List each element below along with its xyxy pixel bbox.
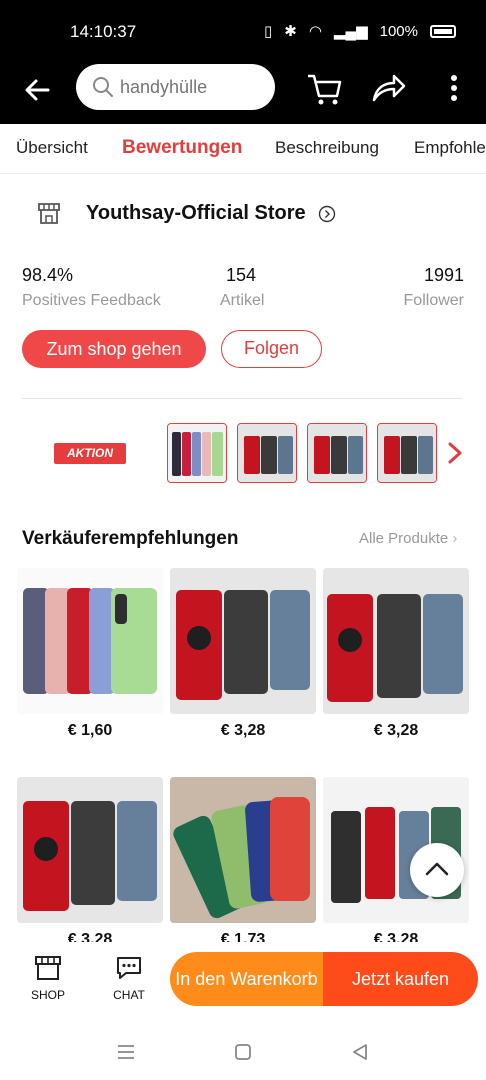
- stat-items-label: Artikel: [220, 292, 265, 309]
- stat-feedback-value: 98.4%: [22, 265, 74, 285]
- promo-thumbnail[interactable]: [377, 423, 437, 483]
- buy-now-button[interactable]: Jetzt kaufen: [323, 952, 478, 1006]
- more-icon[interactable]: [434, 68, 474, 108]
- back-arrow-icon[interactable]: [20, 72, 56, 108]
- search-icon: [93, 77, 113, 97]
- all-products-link[interactable]: Alle Produkte ›: [359, 530, 457, 547]
- scroll-to-top-button[interactable]: [410, 843, 464, 897]
- promo-thumbnail[interactable]: [167, 423, 227, 483]
- bottom-action-bar: SHOP CHAT In den Warenkorb Jetzt kaufen: [0, 942, 486, 1024]
- stat-followers-label: Follower: [403, 292, 464, 309]
- all-products-label: Alle Produkte: [359, 530, 449, 547]
- product-card[interactable]: € 3,28: [170, 568, 316, 740]
- chat-label: CHAT: [113, 988, 145, 1002]
- product-card[interactable]: € 1,73: [170, 777, 316, 949]
- status-icons: ▯ ✱ ◠ ▂▄▆ 100%: [264, 22, 456, 40]
- product-image: [17, 777, 163, 923]
- battery-icon: [430, 24, 456, 38]
- chat-tab[interactable]: CHAT: [99, 952, 159, 1002]
- cart-icon[interactable]: [304, 68, 344, 108]
- home-icon[interactable]: [233, 1042, 253, 1062]
- top-bar: [0, 62, 486, 124]
- stat-followers-value: 1991: [423, 265, 464, 285]
- shop-label: SHOP: [30, 988, 65, 1002]
- store-icon: [35, 956, 61, 980]
- search-bar[interactable]: [76, 64, 275, 110]
- status-time: 14:10:37: [70, 22, 137, 41]
- signal-icon: ▂▄▆: [333, 23, 368, 40]
- tab-overview[interactable]: Übersicht: [16, 138, 88, 158]
- chevron-right-icon: ›: [452, 530, 458, 547]
- share-icon[interactable]: [368, 68, 408, 108]
- product-card[interactable]: € 1,60: [17, 568, 163, 740]
- back-triangle-icon[interactable]: [350, 1042, 370, 1062]
- store-icon: [38, 203, 60, 224]
- system-nav-bar: [0, 1024, 486, 1080]
- promo-badge: AKTION: [54, 443, 126, 464]
- chevron-right-icon[interactable]: [445, 441, 465, 465]
- battery-percent: 100%: [379, 22, 418, 40]
- product-price: € 3,28: [220, 722, 266, 739]
- vibrate-icon: ▯: [263, 23, 273, 40]
- product-price: € 3,28: [373, 722, 419, 739]
- stat-items-value: 154: [226, 265, 257, 285]
- product-card[interactable]: € 3,28: [17, 777, 163, 949]
- search-input[interactable]: [120, 76, 260, 98]
- product-image: [17, 568, 163, 714]
- product-price: € 1,60: [67, 722, 113, 739]
- tab-recommended[interactable]: Empfohle: [414, 138, 486, 158]
- menu-icon[interactable]: [116, 1042, 136, 1062]
- shop-tab[interactable]: SHOP: [18, 952, 78, 1002]
- chat-icon: [117, 957, 141, 979]
- follow-button[interactable]: Folgen: [221, 330, 322, 368]
- store-name[interactable]: Youthsay-Official Store: [86, 202, 306, 225]
- product-image: [170, 568, 316, 714]
- product-image: [170, 777, 316, 923]
- add-to-cart-button[interactable]: In den Warenkorb: [170, 952, 323, 1006]
- divider: [22, 398, 462, 399]
- tab-reviews[interactable]: Bewertungen: [122, 137, 242, 159]
- stat-feedback-label: Positives Feedback: [22, 292, 161, 309]
- tab-description[interactable]: Beschreibung: [275, 138, 379, 158]
- tab-bar: Übersicht Bewertungen Beschreibung Empfo…: [0, 124, 486, 174]
- promo-thumbnail[interactable]: [237, 423, 297, 483]
- status-bar: 14:10:37 ▯ ✱ ◠ ▂▄▆ 100%: [0, 0, 486, 62]
- chevron-up-icon: [425, 862, 449, 876]
- promo-thumbnail[interactable]: [307, 423, 367, 483]
- chevron-right-circle-icon[interactable]: [318, 205, 336, 223]
- wifi-icon: ◠: [308, 23, 322, 40]
- section-title: Verkäuferempfehlungen: [22, 528, 239, 549]
- product-card[interactable]: € 3,28: [323, 568, 469, 740]
- product-image: [323, 568, 469, 714]
- bluetooth-icon: ✱: [284, 23, 297, 40]
- go-to-shop-button[interactable]: Zum shop gehen: [22, 330, 206, 368]
